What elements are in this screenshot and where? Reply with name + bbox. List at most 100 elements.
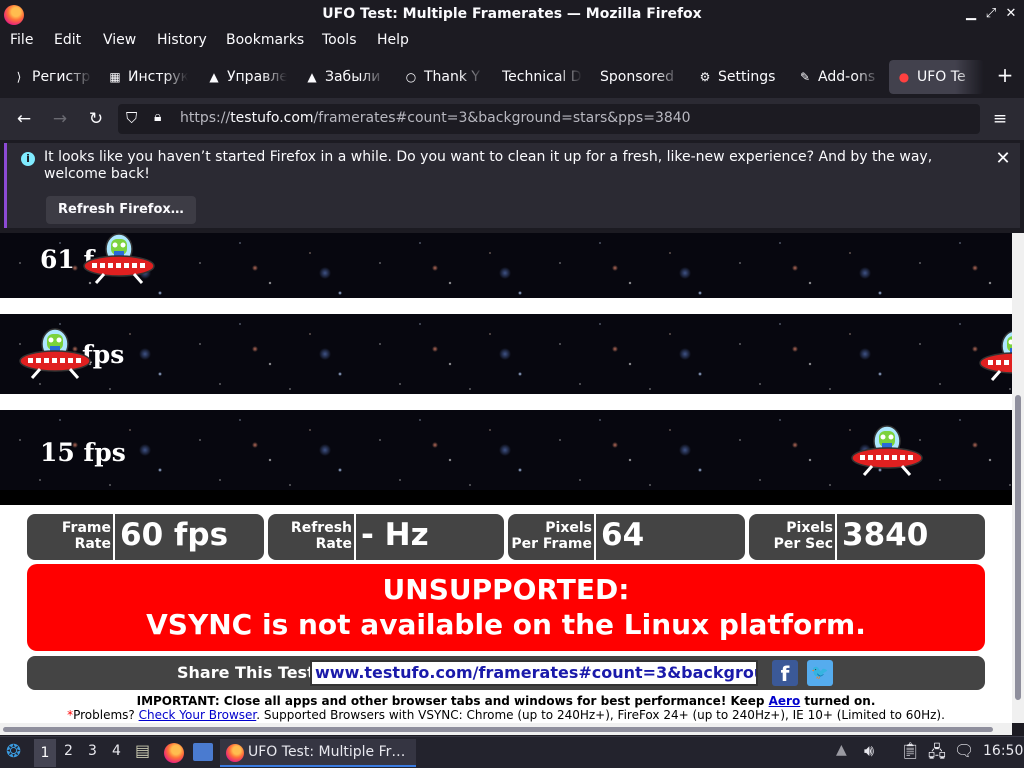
menu-view[interactable]: View bbox=[103, 32, 136, 48]
menu-tools[interactable]: Tools bbox=[322, 32, 357, 48]
aero-link[interactable]: Aero bbox=[769, 694, 801, 708]
scrollbar-thumb[interactable] bbox=[3, 727, 993, 732]
tab-register[interactable]: ⟩ Регистр bbox=[12, 60, 92, 94]
close-notification-icon[interactable]: ✕ bbox=[992, 148, 1014, 170]
firefox-logo-icon bbox=[226, 744, 244, 762]
volume-icon[interactable]: 🔊︎ bbox=[864, 741, 874, 761]
stat-value: - Hz bbox=[361, 517, 429, 553]
unsupported-message: VSYNC is not available on the Linux plat… bbox=[146, 608, 866, 641]
workspace-3[interactable]: 3 bbox=[88, 743, 97, 759]
reload-icon[interactable]: ↻ bbox=[84, 107, 108, 131]
stat-value: 64 bbox=[601, 517, 645, 553]
pixels-per-sec-stat: Pixels Per Sec 3840 bbox=[749, 514, 985, 560]
tab-favicon-icon: ▲ bbox=[209, 70, 219, 84]
tab-ufo-test[interactable]: ● UFO Te bbox=[889, 60, 984, 94]
tab-strip: ⟩ Регистр ▦ Инструк ▲ Управле ▲ Забыли ○ Than… bbox=[0, 56, 1024, 98]
tab-favicon-icon: ▦ bbox=[109, 70, 121, 84]
facebook-icon[interactable]: f bbox=[772, 660, 798, 686]
window-title: UFO Test: Multiple Framerates — Mozilla … bbox=[322, 6, 702, 22]
vertical-scrollbar[interactable] bbox=[1012, 233, 1024, 723]
task-title: UFO Test: Multiple Fr… bbox=[248, 744, 406, 760]
stat-label: Frame Rate bbox=[61, 520, 111, 552]
network-icon[interactable]: 🖧 bbox=[928, 741, 946, 768]
twitter-icon[interactable]: 🐦 bbox=[807, 660, 833, 686]
tab-addons[interactable]: ✎ Add-ons bbox=[798, 60, 880, 94]
puzzle-icon: ✎ bbox=[799, 70, 811, 84]
ufo-row-2: fps bbox=[0, 314, 1012, 394]
unsupported-title: UNSUPPORTED: bbox=[382, 573, 630, 606]
workspace-1[interactable]: 1 bbox=[34, 739, 56, 767]
clipboard-icon[interactable]: 📋︎ bbox=[900, 741, 920, 760]
info-icon: i bbox=[21, 152, 35, 166]
restore-icon[interactable]: ⤢ bbox=[982, 5, 1000, 23]
url-text[interactable]: https://testufo.com/framerates#count=3&b… bbox=[180, 110, 691, 126]
ufo-sprite-icon bbox=[979, 330, 1012, 381]
tab-sponsored[interactable]: Sponsored bbox=[600, 60, 680, 94]
tab-forgot[interactable]: ▲ Забыли bbox=[305, 60, 385, 94]
stat-divider bbox=[354, 514, 356, 560]
back-arrow-icon[interactable]: ← bbox=[12, 107, 36, 131]
stat-divider bbox=[835, 514, 837, 560]
tab-instructions[interactable]: ▦ Инструк bbox=[108, 60, 188, 94]
forward-arrow-icon[interactable]: → bbox=[48, 107, 72, 131]
menu-history[interactable]: History bbox=[157, 32, 207, 48]
close-window-icon[interactable]: ✕ bbox=[1002, 5, 1020, 23]
lock-icon[interactable]: 🔒︎ bbox=[154, 109, 161, 125]
workspace-2[interactable]: 2 bbox=[64, 743, 73, 759]
notice-text: IMPORTANT: Close all apps and other brow… bbox=[136, 694, 769, 708]
url-domain: testufo.com bbox=[230, 110, 314, 126]
tab-favicon-icon: ○ bbox=[405, 70, 417, 84]
share-bar: Share This Test! www.testufo.com/framera… bbox=[27, 656, 985, 690]
check-browser-link[interactable]: Check Your Browser bbox=[139, 708, 257, 722]
desktop-taskbar: ❂ 1 2 3 4 ▤ UFO Test: Multiple Fr… ▲ 🔊︎ … bbox=[0, 736, 1024, 768]
stat-divider bbox=[113, 514, 115, 560]
frame-rate-stat: Frame Rate 60 fps bbox=[27, 514, 264, 560]
fps-label: 15 fps bbox=[40, 438, 126, 467]
firefox-launcher-icon[interactable] bbox=[164, 743, 184, 763]
stat-label: Pixels Per Sec bbox=[773, 520, 833, 552]
horizontal-scrollbar[interactable] bbox=[0, 723, 1012, 735]
row-divider bbox=[0, 490, 1012, 505]
tab-thank-you[interactable]: ○ Thank Y bbox=[404, 60, 484, 94]
tab-label: Add-ons bbox=[818, 69, 876, 85]
new-tab-icon[interactable]: + bbox=[994, 64, 1016, 86]
test-info-panel: Frame Rate 60 fps Refresh Rate - Hz Pixels… bbox=[0, 505, 1012, 723]
url-path: /framerates#count=3&background=stars&pps… bbox=[313, 110, 691, 126]
tab-settings[interactable]: ⚙ Settings bbox=[698, 60, 788, 94]
tab-label: Управле bbox=[227, 69, 287, 85]
ufo-sprite-icon bbox=[19, 328, 91, 379]
scrollbar-thumb[interactable] bbox=[1015, 395, 1021, 700]
taskbar-firefox-window[interactable]: UFO Test: Multiple Fr… bbox=[220, 739, 416, 767]
menu-help[interactable]: Help bbox=[377, 32, 409, 48]
minimize-icon[interactable]: ▁ bbox=[962, 5, 980, 23]
url-bar[interactable]: ⛉ 🔒︎ https://testufo.com/framerates#coun… bbox=[118, 104, 980, 134]
tab-label: Settings bbox=[718, 69, 776, 85]
hamburger-menu-icon[interactable]: ≡ bbox=[988, 107, 1012, 131]
stat-divider bbox=[594, 514, 596, 560]
menu-bookmarks[interactable]: Bookmarks bbox=[226, 32, 304, 48]
start-menu-icon[interactable]: ❂ bbox=[6, 741, 21, 762]
stat-value: 3840 bbox=[842, 517, 929, 553]
tab-label: Technical D bbox=[502, 69, 582, 85]
page-content: 61 f fps 15 fps Frame Rate 60 fps Refresh… bbox=[0, 233, 1012, 723]
file-manager-icon[interactable]: ▤ bbox=[135, 741, 150, 760]
menu-file[interactable]: File bbox=[10, 32, 33, 48]
tab-label: Забыли bbox=[325, 69, 381, 85]
desktop-icon[interactable] bbox=[193, 743, 213, 761]
menu-edit[interactable]: Edit bbox=[54, 32, 81, 48]
shield-icon[interactable]: ⛉ bbox=[126, 109, 137, 127]
share-link-field[interactable]: www.testufo.com/framerates#count=3&backg… bbox=[310, 660, 758, 686]
tab-manage[interactable]: ▲ Управле bbox=[207, 60, 287, 94]
tray-upload-icon[interactable]: ▲ bbox=[836, 742, 847, 758]
workspace-4[interactable]: 4 bbox=[112, 743, 121, 759]
tab-technical[interactable]: Technical D bbox=[502, 60, 582, 94]
window-titlebar: UFO Test: Multiple Framerates — Mozilla … bbox=[0, 0, 1024, 30]
ufo-favicon-icon: ● bbox=[898, 70, 910, 84]
menu-bar: File Edit View History Bookmarks Tools H… bbox=[0, 30, 1024, 54]
notification-icon[interactable]: 🗨︎ bbox=[954, 741, 974, 760]
url-prefix: https:// bbox=[180, 110, 231, 126]
tab-label: Thank Y bbox=[424, 69, 480, 85]
refresh-firefox-button[interactable]: Refresh Firefox… bbox=[46, 196, 196, 224]
refresh-notification-bar: i It looks like you haven’t started Fire… bbox=[4, 143, 1020, 228]
unsupported-banner: UNSUPPORTED: VSYNC is not available on t… bbox=[27, 564, 985, 651]
